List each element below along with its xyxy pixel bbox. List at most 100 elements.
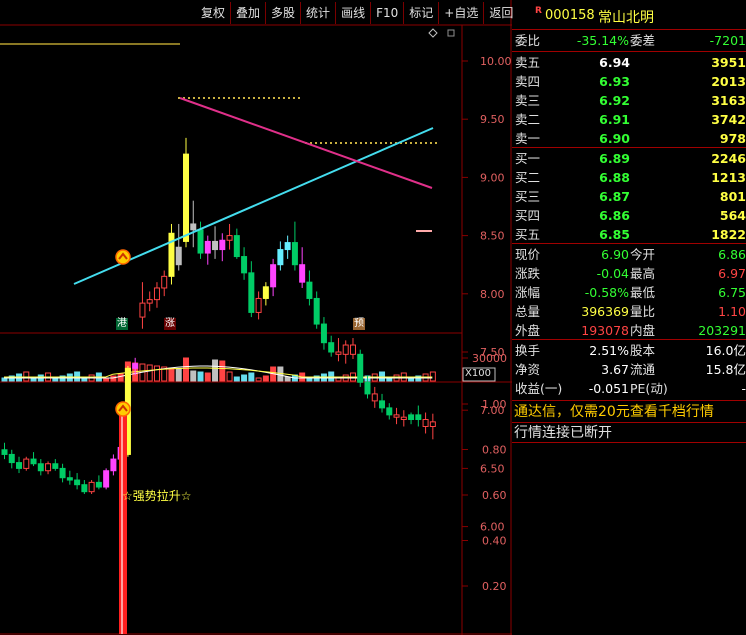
candle-body (175, 246, 182, 266)
buy-volume: 801 (719, 189, 746, 204)
candle-body (139, 302, 146, 318)
stat-value: 193078 (581, 323, 629, 338)
buy-row: 买三 6.87 801 (512, 187, 746, 206)
toolbar-button-overlay[interactable]: 叠加 (230, 2, 265, 24)
candle-body (415, 414, 422, 421)
ad-banner[interactable]: 通达信，仅需20元查看千档行情 (514, 402, 714, 422)
stock-marker: R (535, 6, 542, 16)
fund-value: 3.67 (601, 362, 629, 377)
stat-row: 涨跌 -0.04 最高 6.97 (512, 264, 746, 283)
sell-price: 6.93 (599, 74, 630, 89)
volume-bar (212, 359, 219, 382)
candle-body (248, 272, 255, 313)
resistance-trendline (179, 97, 433, 189)
candle-body (59, 467, 66, 479)
candle-body (241, 256, 248, 274)
sell-label: 卖二 (515, 112, 541, 127)
separator (512, 400, 746, 401)
stat-label: 现价 (515, 247, 541, 262)
toolbar-button-statistics[interactable]: 统计 (300, 2, 335, 24)
candle-body (161, 275, 168, 289)
stat-label: 外盘 (515, 323, 541, 338)
price-tick-label: 8.50 (480, 230, 505, 243)
toolbar-button-draw-line[interactable]: 画线 (335, 2, 370, 24)
kline-chart[interactable]: 10.009.509.008.508.007.507.006.506.00 1.… (0, 0, 512, 635)
candle-body (335, 351, 342, 355)
volume-bar (197, 371, 204, 382)
toolbar-button-multi-stock[interactable]: 多股 (265, 2, 300, 24)
fund-label: 净资 (515, 362, 541, 377)
stock-code[interactable]: 000158 (545, 8, 595, 23)
buy-label: 买一 (515, 151, 541, 166)
candle-body (277, 249, 284, 266)
volume-bar (262, 375, 269, 382)
candle-body (262, 286, 269, 299)
quote-panel: R 000158 常山北明 委比 -35.14% 委差 -7201 卖五 6.94… (512, 0, 746, 635)
signal-up-icon-main (115, 249, 131, 265)
candle-body (52, 463, 59, 469)
weicha-value: -7201 (709, 33, 746, 48)
buy-price: 6.85 (599, 227, 630, 242)
candle-body (45, 463, 52, 472)
volume-bar (233, 376, 240, 382)
fund-value-2: 15.8亿 (705, 362, 746, 377)
stat-label-2: 量比 (630, 304, 656, 319)
sell-label: 卖五 (515, 55, 541, 70)
buy-row: 买四 6.86 564 (512, 206, 746, 225)
fund-label-2: 股本 (630, 343, 656, 358)
buy-row: 买一 6.89 2246 (512, 149, 746, 168)
separator (512, 29, 746, 30)
separator (512, 422, 746, 423)
fund-value-2: 16.0亿 (705, 343, 746, 358)
square-icon (447, 29, 455, 37)
buy-price: 6.87 (599, 189, 630, 204)
candle-body (103, 470, 110, 488)
toolbar-button-mark[interactable]: 标记 (403, 2, 438, 24)
stat-label: 总量 (515, 304, 541, 319)
volume-bar (168, 367, 175, 382)
toolbar-button-fuquan[interactable]: 复权 (196, 2, 230, 24)
toolbar-button-f10[interactable]: F10 (370, 2, 403, 24)
stat-value: -0.58% (584, 285, 629, 300)
candle-body (270, 264, 277, 288)
volume-bars (1, 357, 436, 382)
sell-volume: 2013 (711, 74, 746, 89)
sell-volume: 978 (719, 131, 746, 146)
candle-body (219, 239, 226, 251)
volume-bar (117, 373, 124, 382)
candle-body (342, 344, 349, 355)
candle-body (16, 462, 23, 469)
toolbar-button-add-watchlist[interactable]: +自选 (438, 2, 483, 24)
connection-status: 行情连接已断开 (514, 425, 612, 441)
stock-name[interactable]: 常山北明 (598, 7, 654, 27)
price-axis: 10.009.509.008.508.007.507.006.506.00 (462, 55, 512, 534)
separator (512, 51, 746, 52)
tag-yu: 预 (353, 318, 365, 330)
candle-body (88, 481, 95, 493)
candle-body (255, 297, 262, 313)
candle-body (364, 381, 371, 395)
sell-price: 6.92 (599, 93, 630, 108)
candle-body (110, 458, 117, 472)
buy-price: 6.89 (599, 151, 630, 166)
candle-body (23, 458, 30, 469)
stat-label-2: 内盘 (630, 323, 656, 338)
buy-volume: 1213 (711, 170, 746, 185)
buy-label: 买四 (515, 208, 541, 223)
candle-body (400, 416, 407, 421)
fund-value-2: - (741, 381, 746, 396)
stat-label-2: 今开 (630, 247, 656, 262)
candle-body (320, 323, 327, 344)
indicator-tick-label: 0.80 (482, 444, 507, 457)
volume-bar (284, 376, 291, 382)
candle-body (291, 242, 298, 266)
candle-body (408, 414, 415, 421)
candle-body (197, 229, 204, 254)
signal-up-icon-indicator (115, 401, 131, 417)
candle-body (357, 353, 364, 383)
separator (512, 147, 746, 148)
candle-body (212, 240, 219, 251)
toolbar: 复权 叠加 多股 统计 画线 F10 标记 +自选 返回 (196, 2, 518, 24)
diamond-icon (428, 28, 438, 38)
volume-bar (175, 368, 182, 382)
